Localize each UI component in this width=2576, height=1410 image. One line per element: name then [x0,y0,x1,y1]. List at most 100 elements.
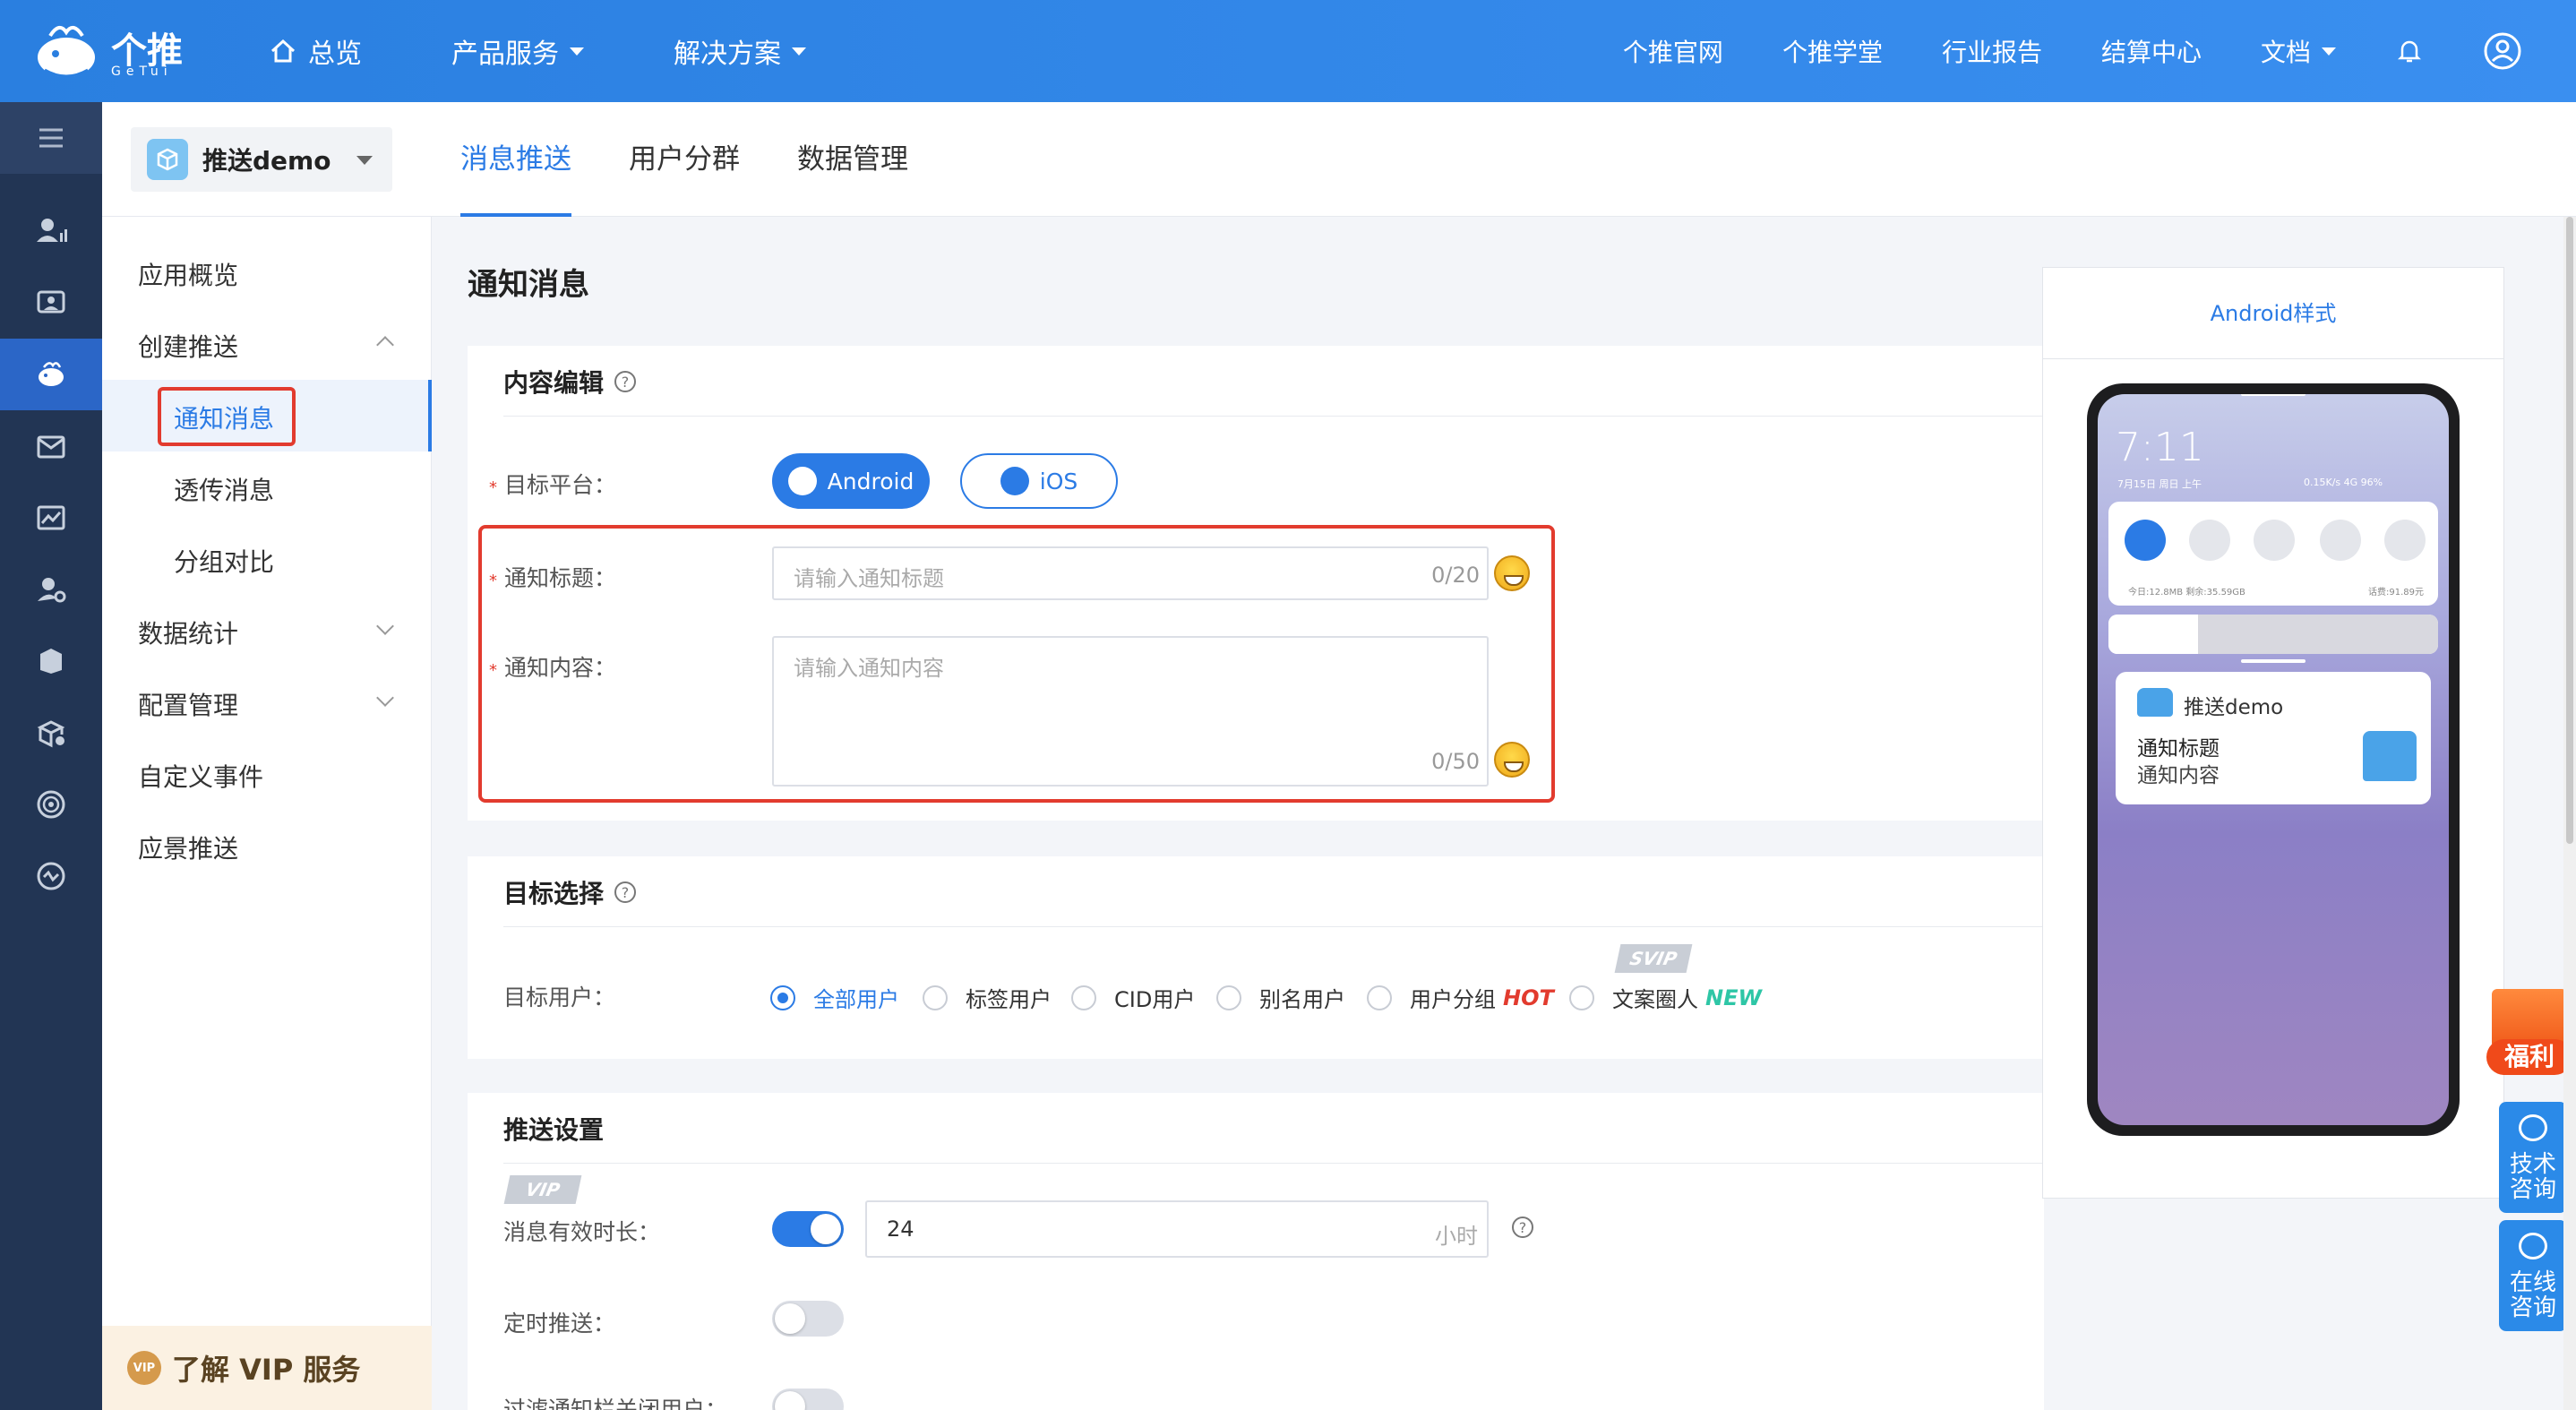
monitor-icon[interactable] [0,840,102,912]
nav-solutions[interactable]: 解决方案 [674,31,806,71]
app-header: 推送demo 消息推送 用户分群 数据管理 [102,102,2576,217]
page-title: 通知消息 [468,267,589,303]
ttl-input[interactable]: 24 小时 [865,1200,1489,1258]
vibrate-icon [2189,520,2230,561]
menu-app-overview[interactable]: 应用概览 [138,256,238,292]
menu-toggle-icon[interactable] [0,102,102,174]
menu-contextual-push[interactable]: 应景推送 [138,830,238,865]
tab-user-segments[interactable]: 用户分群 [629,102,740,217]
hotspot-icon [2254,520,2295,561]
nav-official-site[interactable]: 个推官网 [1623,33,1723,69]
push-icon[interactable] [0,339,102,410]
notif-app-name: 推送demo [2184,696,2284,719]
nav-docs[interactable]: 文档 [2261,33,2336,69]
phone-speaker [2241,394,2306,396]
radio-dot [923,984,948,1010]
tech-consult-button[interactable]: 技术咨询 [2499,1102,2567,1213]
notification-bell-icon[interactable] [2395,37,2424,65]
data-toggle-icon [2125,520,2166,561]
menu-group-compare[interactable]: 分组对比 [174,543,274,579]
ttl-toggle[interactable] [772,1211,844,1247]
menu-passthrough-message[interactable]: 透传消息 [174,471,274,507]
analytics-icon[interactable] [0,482,102,554]
tab-data-management[interactable]: 数据管理 [797,102,908,217]
page-scrollbar[interactable] [2563,217,2576,1410]
home-icon [270,39,296,63]
fingerprint-icon[interactable] [0,769,102,840]
tag-icon[interactable] [0,625,102,697]
app-name: 推送demo [202,146,331,176]
brand-sub: GeTui [111,64,173,79]
help-icon[interactable]: ? [614,371,637,392]
scrollbar-thumb[interactable] [2566,217,2573,844]
help-icon[interactable]: ? [1512,1217,1533,1238]
radio-cid-users[interactable]: CID用户 [1071,982,1195,1013]
nav-academy[interactable]: 个推学堂 [1782,33,1883,69]
platform-android-button[interactable]: Android [772,453,930,509]
target-title: 目标选择 ? [503,874,637,910]
audience-icon[interactable] [0,267,102,339]
nav-solutions-label: 解决方案 [674,39,781,70]
icon-sidebar [0,102,102,1410]
caret-down-icon [2322,47,2336,56]
nav-billing[interactable]: 结算中心 [2101,33,2202,69]
user-avatar-icon[interactable] [2483,31,2522,71]
platform-ios-button[interactable]: iOS [960,453,1118,509]
divider [503,416,2044,417]
radio-tag-users[interactable]: 标签用户 [923,982,1052,1013]
nav-reports[interactable]: 行业报告 [1942,33,2042,69]
divider [503,1163,2044,1164]
user-settings-icon[interactable] [0,554,102,625]
chat-icon [2519,1114,2547,1141]
tab-message-push[interactable]: 消息推送 [460,102,571,217]
highlight-box [478,525,1555,803]
menu-config[interactable]: 配置管理 [138,686,238,722]
gift-label: 福利 [2486,1039,2572,1075]
menu-create-push[interactable]: 创建推送 [138,328,238,364]
nav-products[interactable]: 产品服务 [451,31,584,71]
online-consult-button[interactable]: 在线咨询 [2499,1220,2567,1331]
hot-badge: HOT [1503,984,1554,1010]
chevron-down-icon [376,689,394,707]
radio-alias-users[interactable]: 别名用户 [1216,982,1345,1013]
help-icon[interactable]: ? [614,881,637,903]
radio-dot [1367,984,1392,1010]
wifi-icon [2320,520,2361,561]
menu-data-stats[interactable]: 数据统计 [138,615,238,650]
radio-user-groups[interactable]: 用户分组 HOT [1367,982,1554,1013]
top-navbar: 个推 GeTui 总览 产品服务 解决方案 个推官网 个推学堂 行业报告 结算中… [0,0,2576,102]
radio-copy-targeting[interactable]: 文案圈人 NEW [1569,982,1762,1013]
menu-custom-events[interactable]: 自定义事件 [138,758,263,794]
whale-logo-icon [32,20,100,82]
vip-service-label: 了解 VIP 服务 [172,1353,361,1387]
radio-alias-users-label: 别名用户 [1259,987,1345,1012]
nav-overview[interactable]: 总览 [269,31,362,71]
vip-service-banner[interactable]: VIP 了解 VIP 服务 [102,1326,432,1410]
android-icon [787,467,817,495]
apple-icon [1000,467,1029,495]
schedule-toggle[interactable] [772,1301,844,1337]
secondary-nav: 个推官网 个推学堂 行业报告 结算中心 文档 [1564,0,2522,102]
mail-icon[interactable] [0,410,102,482]
getui-logo[interactable]: 个推 GeTui [32,20,183,82]
brand-name: 个推 [111,30,183,72]
brightness-fill [2108,615,2198,654]
new-badge: NEW [1705,984,1762,1010]
phone-date: 7月15日 周日 上午 [2117,478,2202,490]
radio-copy-targeting-label: 文案圈人 [1612,987,1698,1012]
radio-all-users[interactable]: 全部用户 [770,982,899,1013]
nav-docs-label: 文档 [2260,38,2311,67]
radio-user-groups-label: 用户分组 [1410,987,1496,1012]
ttl-unit: 小时 [1435,1224,1478,1249]
phone-status: 0.15K/s 4G 96% [2304,477,2383,488]
vip-badge-icon: VIP [127,1351,161,1385]
radio-cid-users-label: CID用户 [1114,987,1196,1012]
app-selector[interactable]: 推送demo [131,127,392,192]
preview-title[interactable]: Android样式 [2043,268,2503,359]
schedule-label: 定时推送： [503,1311,616,1337]
users-icon[interactable] [0,195,102,267]
filter-closed-toggle[interactable] [772,1389,844,1410]
package-icon[interactable] [0,697,102,769]
gift-widget[interactable]: 福利 [2486,964,2572,1077]
phone-time: 7:11 [2116,425,2204,470]
